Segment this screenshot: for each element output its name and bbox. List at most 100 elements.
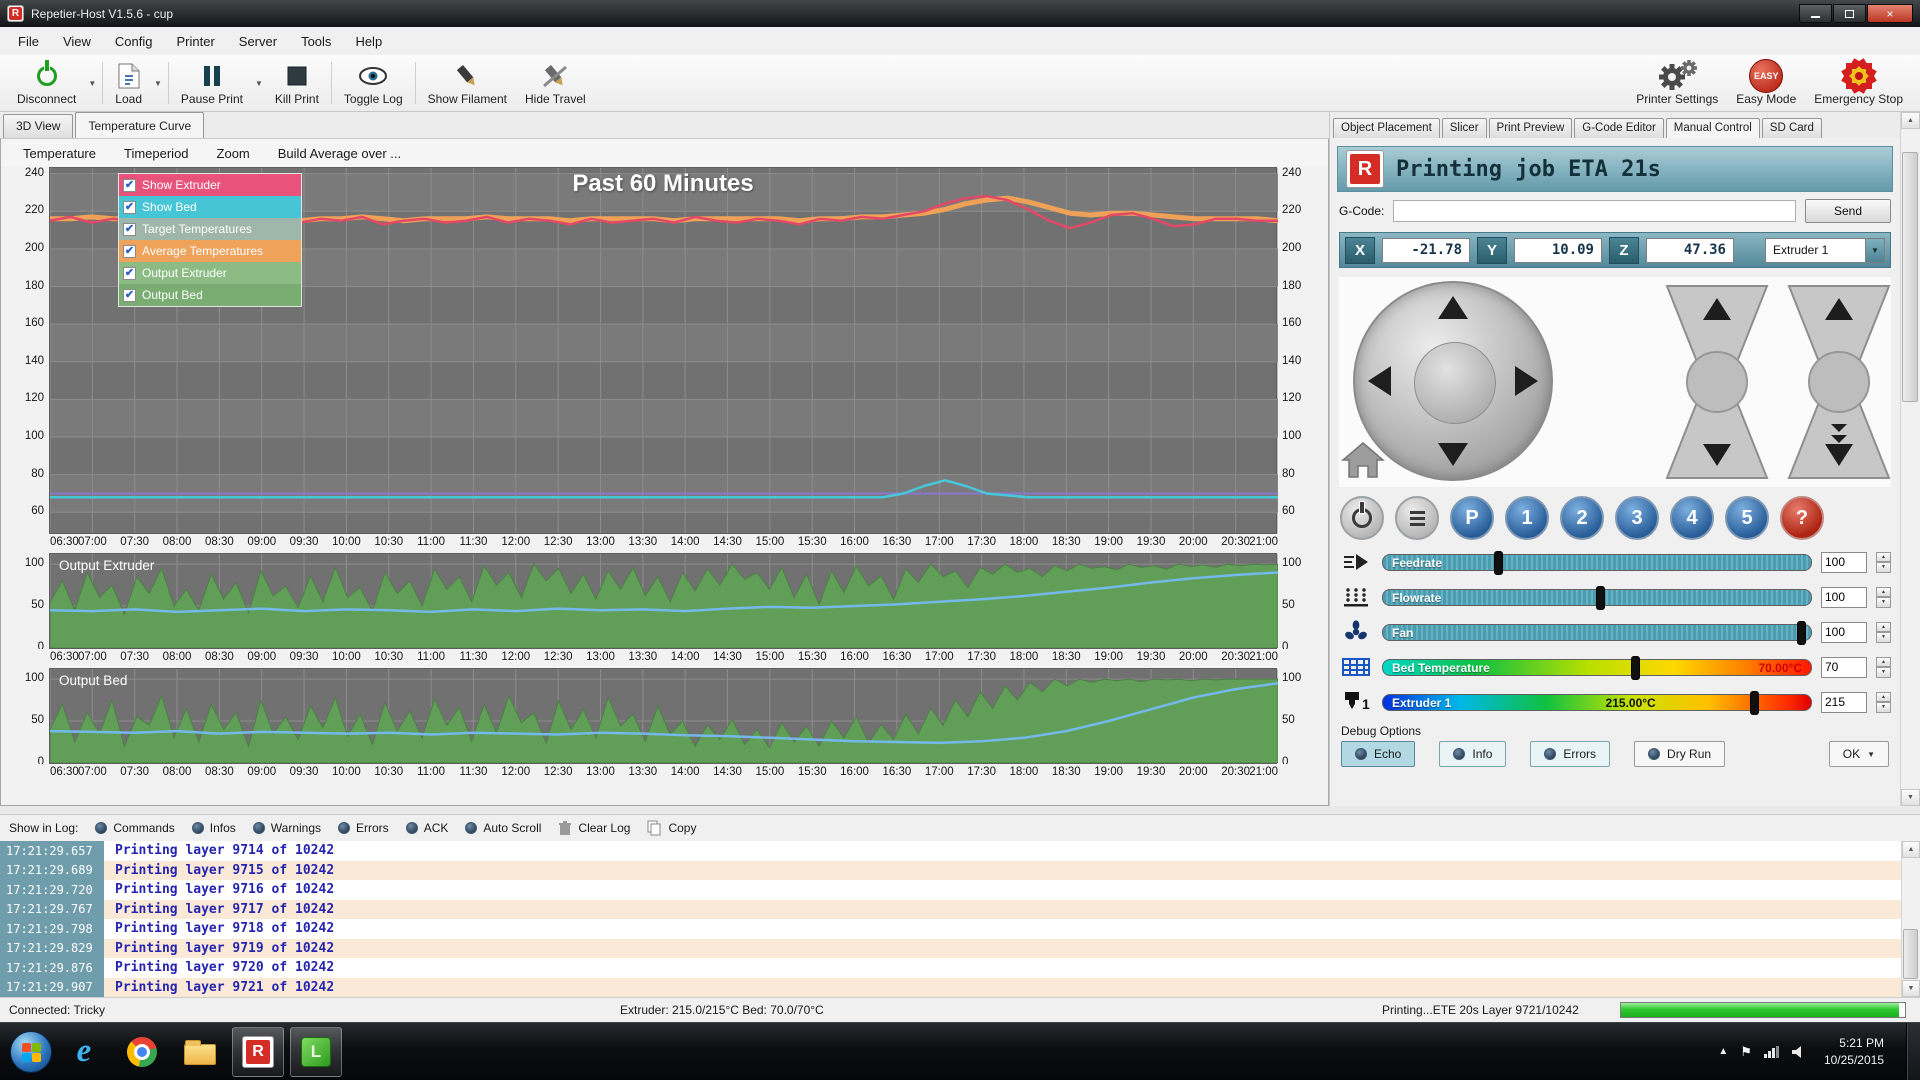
preset-1-button[interactable]: 1 [1505, 496, 1549, 540]
pause-dropdown-arrow[interactable]: ▼ [252, 79, 266, 88]
scroll-down-arrow[interactable]: ▼ [1902, 980, 1920, 997]
emergency-stop-button[interactable]: Emergency Stop [1805, 57, 1912, 109]
legend-item[interactable]: ✔Output Bed [119, 284, 301, 306]
echo-toggle[interactable]: Echo [1341, 741, 1415, 767]
menu-printer[interactable]: Printer [164, 29, 226, 54]
flowrate-slider-thumb[interactable] [1596, 586, 1605, 610]
log-filter-auto-scroll[interactable]: Auto Scroll [465, 821, 541, 835]
legend-item[interactable]: ✔Average Temperatures [119, 240, 301, 262]
output-bed-chart[interactable]: Output Bed [49, 668, 1277, 764]
flowrate-slider[interactable]: Flowrate [1382, 589, 1812, 606]
toggle-log-button[interactable]: Toggle Log [335, 57, 412, 109]
menu-timeperiod[interactable]: Timeperiod [112, 141, 201, 166]
z-jog-control[interactable] [1661, 282, 1773, 485]
load-button[interactable]: Load [106, 57, 151, 109]
scrollbar-thumb[interactable] [1902, 152, 1918, 402]
volume-icon[interactable] [1792, 1046, 1806, 1058]
tab-object-placement[interactable]: Object Placement [1333, 118, 1440, 138]
legend-checkbox[interactable]: ✔ [123, 179, 136, 192]
extruder-temp-input[interactable] [1821, 692, 1867, 713]
pause-print-button[interactable]: Pause Print [172, 57, 252, 109]
temperature-chart[interactable]: Past 60 Minutes ✔Show Extruder✔Show Bed✔… [49, 167, 1277, 534]
legend-checkbox[interactable]: ✔ [123, 201, 136, 214]
fan-slider[interactable]: Fan [1382, 624, 1812, 641]
legend-checkbox[interactable]: ✔ [123, 245, 136, 258]
motors-off-button[interactable] [1395, 496, 1439, 540]
tab-temperature-curve[interactable]: Temperature Curve [75, 112, 204, 138]
log-filter-ack[interactable]: ACK [406, 821, 449, 835]
menu-file[interactable]: File [6, 29, 51, 54]
flowrate-spinner[interactable]: ▲▼ [1876, 587, 1891, 608]
action-center-flag-icon[interactable]: ⚑ [1740, 1044, 1752, 1060]
jog-x-minus-arrow[interactable] [1368, 366, 1391, 396]
ok-button[interactable]: OK▼ [1829, 741, 1889, 767]
tab-slicer[interactable]: Slicer [1442, 118, 1487, 138]
scroll-up-arrow[interactable]: ▲ [1902, 841, 1920, 858]
taskbar-clock[interactable]: 5:21 PM 10/25/2015 [1824, 1035, 1884, 1069]
menu-tools[interactable]: Tools [289, 29, 343, 54]
bed-temp-spinner[interactable]: ▲▼ [1876, 657, 1891, 678]
tab-sd-card[interactable]: SD Card [1762, 118, 1822, 138]
jog-x-plus-arrow[interactable] [1515, 366, 1538, 396]
home-button[interactable] [1341, 441, 1385, 482]
taskbar-green-app-button[interactable]: L [290, 1027, 342, 1077]
copy-button[interactable]: Copy [647, 820, 696, 836]
legend-item[interactable]: ✔Show Extruder [119, 174, 301, 196]
send-button[interactable]: Send [1805, 199, 1891, 223]
jog-y-minus-arrow[interactable] [1438, 443, 1468, 466]
log-filter-commands[interactable]: Commands [95, 821, 174, 835]
feedrate-slider[interactable]: Feedrate [1382, 554, 1812, 571]
info-toggle[interactable]: Info [1439, 741, 1506, 767]
preset-5-button[interactable]: 5 [1725, 496, 1769, 540]
menu-help[interactable]: Help [343, 29, 394, 54]
menu-server[interactable]: Server [227, 29, 289, 54]
feedrate-spinner[interactable]: ▲▼ [1876, 552, 1891, 573]
bed-slider-thumb[interactable] [1631, 656, 1640, 680]
tab-gcode-editor[interactable]: G-Code Editor [1574, 118, 1664, 138]
disconnect-button[interactable]: Disconnect [8, 57, 85, 109]
menu-zoom[interactable]: Zoom [205, 141, 262, 166]
maximize-button[interactable] [1833, 4, 1866, 23]
extruder-jog-control[interactable] [1783, 282, 1895, 485]
power-button[interactable] [1340, 496, 1384, 540]
legend-item[interactable]: ✔Target Temperatures [119, 218, 301, 240]
tab-3d-view[interactable]: 3D View [3, 114, 73, 138]
fan-input[interactable] [1821, 622, 1867, 643]
extruder-select[interactable]: Extruder 1 ▼ [1765, 238, 1885, 263]
log-filter-warnings[interactable]: Warnings [253, 821, 321, 835]
taskbar-explorer-button[interactable] [174, 1027, 226, 1077]
hide-travel-button[interactable]: Hide Travel [516, 57, 595, 109]
extruder-slider-thumb[interactable] [1750, 691, 1759, 715]
scrollbar-thumb[interactable] [1903, 929, 1918, 979]
jog-y-plus-arrow[interactable] [1438, 296, 1468, 319]
scroll-up-arrow[interactable]: ▲ [1901, 112, 1920, 129]
printer-settings-button[interactable]: Printer Settings [1627, 57, 1727, 109]
log-filter-errors[interactable]: Errors [338, 821, 389, 835]
legend-checkbox[interactable]: ✔ [123, 267, 136, 280]
close-button[interactable]: × [1867, 4, 1913, 23]
legend-item[interactable]: ✔Show Bed [119, 196, 301, 218]
disconnect-dropdown-arrow[interactable]: ▼ [85, 79, 99, 88]
taskbar-chrome-button[interactable] [116, 1027, 168, 1077]
preset-3-button[interactable]: 3 [1615, 496, 1659, 540]
dry-run-toggle[interactable]: Dry Run [1634, 741, 1725, 767]
minimize-button[interactable] [1799, 4, 1832, 23]
kill-print-button[interactable]: Kill Print [266, 57, 328, 109]
errors-toggle[interactable]: Errors [1530, 741, 1610, 767]
feedrate-input[interactable] [1821, 552, 1867, 573]
taskbar-repetier-button[interactable]: R [232, 1027, 284, 1077]
legend-item[interactable]: ✔Output Extruder [119, 262, 301, 284]
easy-mode-button[interactable]: EASY Easy Mode [1727, 57, 1805, 109]
log-filter-infos[interactable]: Infos [192, 821, 236, 835]
feedrate-slider-thumb[interactable] [1494, 551, 1503, 575]
right-panel-scrollbar[interactable]: ▲ ▼ [1900, 112, 1920, 806]
menu-view[interactable]: View [51, 29, 103, 54]
preset-4-button[interactable]: 4 [1670, 496, 1714, 540]
taskbar-ie-button[interactable]: e [58, 1027, 110, 1077]
bed-temp-input[interactable] [1821, 657, 1867, 678]
jog-center-knob[interactable] [1414, 342, 1496, 424]
show-filament-button[interactable]: Show Filament [419, 57, 516, 109]
load-dropdown-arrow[interactable]: ▼ [151, 79, 165, 88]
legend-checkbox[interactable]: ✔ [123, 223, 136, 236]
extruder-temperature-slider[interactable]: Extruder 1 215.00°C [1382, 694, 1812, 711]
